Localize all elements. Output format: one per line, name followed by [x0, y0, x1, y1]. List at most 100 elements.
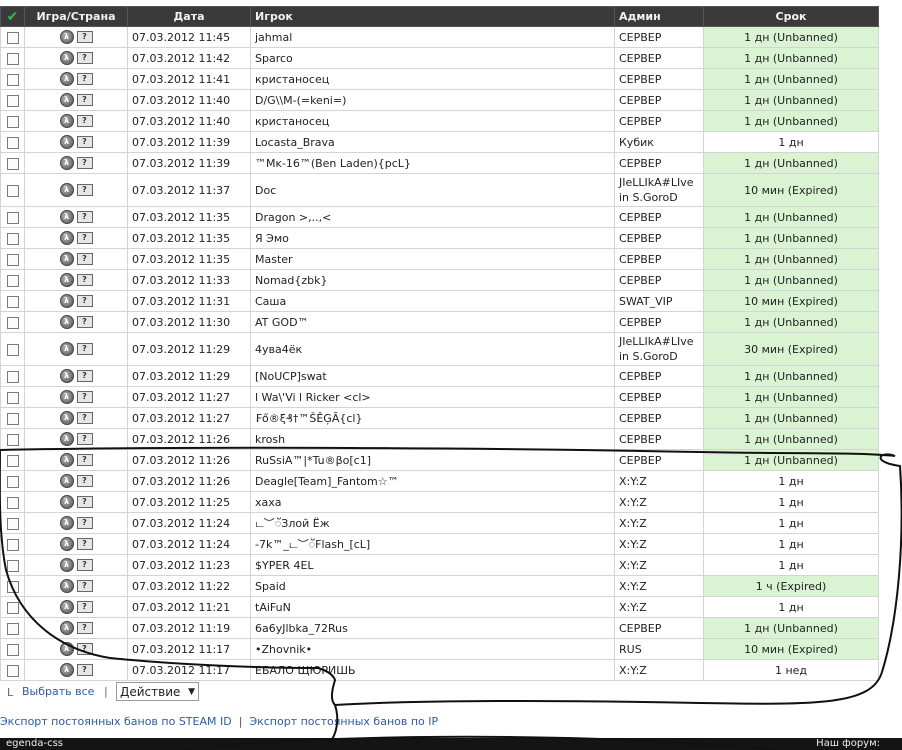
player-cell[interactable]: [NoUCP]swat: [250, 365, 615, 387]
player-cell[interactable]: $YPER 4EL: [250, 554, 615, 576]
table-row[interactable]: λ? 07.03.2012 11:29 4ува4ёк JIeLLIkA#LIve in…: [0, 332, 879, 366]
table-row[interactable]: λ? 07.03.2012 11:17 ЕБАЛО ЩЮРИШЬ X:Y:Z 1 нед: [0, 659, 879, 681]
row-checkbox[interactable]: [6, 496, 19, 509]
row-checkbox[interactable]: [6, 391, 19, 404]
row-checkbox[interactable]: [6, 253, 19, 266]
row-checkbox[interactable]: [6, 157, 19, 170]
player-cell[interactable]: Dragon >,..,<: [250, 206, 615, 228]
row-checkbox[interactable]: [6, 580, 19, 593]
player-cell[interactable]: jahmal: [250, 26, 615, 48]
table-row[interactable]: λ? 07.03.2012 11:24 -7k™_ட︶ॅFlash_[cL] X:Y:…: [0, 533, 879, 555]
player-cell[interactable]: tAiFuN: [250, 596, 615, 618]
duration-column-header[interactable]: Срок: [703, 6, 879, 27]
row-checkbox[interactable]: [6, 31, 19, 44]
table-row[interactable]: λ? 07.03.2012 11:37 Doc JIeLLIkA#LIve in S.G…: [0, 173, 879, 207]
row-checkbox[interactable]: [6, 115, 19, 128]
row-checkbox[interactable]: [6, 664, 19, 677]
player-cell[interactable]: ЕБАЛО ЩЮРИШЬ: [250, 659, 615, 681]
row-checkbox[interactable]: [6, 370, 19, 383]
row-checkbox[interactable]: [6, 517, 19, 530]
player-cell[interactable]: кристаносец: [250, 68, 615, 90]
table-row[interactable]: λ? 07.03.2012 11:24 ட︶ॅЗлой Ёж X:Y:Z 1 дн: [0, 512, 879, 534]
player-cell[interactable]: ™Mĸ-16™(Ben Laden){pcL}: [250, 152, 615, 174]
date-column-header[interactable]: Дата: [127, 6, 251, 27]
row-checkbox[interactable]: [6, 433, 19, 446]
game-country-column-header[interactable]: Игра/Страна: [24, 6, 128, 27]
player-cell[interactable]: 6a6yJlbka_72Rus: [250, 617, 615, 639]
row-checkbox[interactable]: [6, 475, 19, 488]
table-row[interactable]: λ? 07.03.2012 11:39 ™Mĸ-16™(Ben Laden){pcL…: [0, 152, 879, 174]
table-row[interactable]: λ? 07.03.2012 11:40 кристаносец СЕРВЕР 1 дн …: [0, 110, 879, 132]
table-row[interactable]: λ? 07.03.2012 11:31 Саша SWAT_VIP 10 мин (Ex…: [0, 290, 879, 312]
table-row[interactable]: λ? 07.03.2012 11:19 6a6yJlbka_72Rus СЕРВЕР 1…: [0, 617, 879, 639]
table-row[interactable]: λ? 07.03.2012 11:25 хаха X:Y:Z 1 дн: [0, 491, 879, 513]
table-row[interactable]: λ? 07.03.2012 11:27 l Wa\'Vi l Ricker <cl>…: [0, 386, 879, 408]
row-checkbox[interactable]: [6, 622, 19, 635]
export-steam-id-link[interactable]: Экспорт постоянных банов по STEAM ID: [0, 715, 232, 728]
table-row[interactable]: λ? 07.03.2012 11:27 ₣ő®ξ₰†™ŠĚĢÃ{cl} СЕРВЕР 1…: [0, 407, 879, 429]
table-row[interactable]: λ? 07.03.2012 11:40 D/G\\M-(=keni=) СЕРВЕР 1…: [0, 89, 879, 111]
row-checkbox[interactable]: [6, 343, 19, 356]
table-row[interactable]: λ? 07.03.2012 11:21 tAiFuN X:Y:Z 1 дн: [0, 596, 879, 618]
player-cell[interactable]: Я Эмо: [250, 227, 615, 249]
table-row[interactable]: λ? 07.03.2012 11:33 Nomad{zbk} СЕРВЕР 1 дн (…: [0, 269, 879, 291]
row-checkbox[interactable]: [6, 136, 19, 149]
table-row[interactable]: λ? 07.03.2012 11:17 •Zhovnik• RUS 10 мин (Ex…: [0, 638, 879, 660]
player-cell[interactable]: Doc: [250, 173, 615, 207]
row-checkbox[interactable]: [6, 232, 19, 245]
table-row[interactable]: λ? 07.03.2012 11:26 Deagle[Team]_Fantom☆™ X…: [0, 470, 879, 492]
row-checkbox[interactable]: [6, 184, 19, 197]
player-cell[interactable]: RuSsiA™|*Tu®βo[c1]: [250, 449, 615, 471]
row-checkbox[interactable]: [6, 211, 19, 224]
table-row[interactable]: λ? 07.03.2012 11:22 Spaid X:Y:Z 1 ч (Expired…: [0, 575, 879, 597]
admin-column-header[interactable]: Админ: [614, 6, 704, 27]
player-cell[interactable]: D/G\\M-(=keni=): [250, 89, 615, 111]
player-cell[interactable]: Deagle[Team]_Fantom☆™: [250, 470, 615, 492]
player-cell[interactable]: •Zhovnik•: [250, 638, 615, 660]
forum-link[interactable]: Наш форум:: [816, 738, 880, 749]
row-checkbox[interactable]: [6, 94, 19, 107]
row-checkbox[interactable]: [6, 73, 19, 86]
player-cell[interactable]: ட︶ॅЗлой Ёж: [250, 512, 615, 534]
player-cell[interactable]: кристаносец: [250, 110, 615, 132]
select-all-header-checkbox[interactable]: ✔: [0, 6, 25, 27]
table-row[interactable]: λ? 07.03.2012 11:42 Sparco СЕРВЕР 1 дн (Unba…: [0, 47, 879, 69]
table-row[interactable]: λ? 07.03.2012 11:41 кристаносец СЕРВЕР 1 дн …: [0, 68, 879, 90]
row-checkbox[interactable]: [6, 643, 19, 656]
player-cell[interactable]: Nomad{zbk}: [250, 269, 615, 291]
table-row[interactable]: λ? 07.03.2012 11:35 Я Эмо СЕРВЕР 1 дн (Unban…: [0, 227, 879, 249]
table-row[interactable]: λ? 07.03.2012 11:39 Locasta_Brava Кубик 1 дн: [0, 131, 879, 153]
row-checkbox[interactable]: [6, 538, 19, 551]
table-row[interactable]: λ? 07.03.2012 11:29 [NoUCP]swat СЕРВЕР 1 дн …: [0, 365, 879, 387]
table-row[interactable]: λ? 07.03.2012 11:26 RuSsiA™|*Tu®βo[c1] СЕРВ…: [0, 449, 879, 471]
player-cell[interactable]: l Wa\'Vi l Ricker <cl>: [250, 386, 615, 408]
player-cell[interactable]: -7k™_ட︶ॅFlash_[cL]: [250, 533, 615, 555]
row-checkbox[interactable]: [6, 454, 19, 467]
table-row[interactable]: λ? 07.03.2012 11:35 Master СЕРВЕР 1 дн (Unba…: [0, 248, 879, 270]
player-cell[interactable]: Spaid: [250, 575, 615, 597]
player-cell[interactable]: ₣ő®ξ₰†™ŠĚĢÃ{cl}: [250, 407, 615, 429]
table-row[interactable]: λ? 07.03.2012 11:35 Dragon >,..,< СЕРВЕР 1 д…: [0, 206, 879, 228]
table-row[interactable]: λ? 07.03.2012 11:23 $YPER 4EL X:Y:Z 1 дн: [0, 554, 879, 576]
export-ip-link[interactable]: Экспорт постоянных банов по IP: [249, 715, 438, 728]
row-checkbox[interactable]: [6, 601, 19, 614]
player-cell[interactable]: 4ува4ёк: [250, 332, 615, 366]
row-checkbox[interactable]: [6, 316, 19, 329]
row-checkbox[interactable]: [6, 52, 19, 65]
table-row[interactable]: λ? 07.03.2012 11:26 krosh СЕРВЕР 1 дн (Unban…: [0, 428, 879, 450]
table-row[interactable]: λ? 07.03.2012 11:45 jahmal СЕРВЕР 1 дн (Unba…: [0, 26, 879, 48]
player-cell[interactable]: Sparco: [250, 47, 615, 69]
player-cell[interactable]: krosh: [250, 428, 615, 450]
row-checkbox[interactable]: [6, 295, 19, 308]
row-checkbox[interactable]: [6, 412, 19, 425]
action-select[interactable]: Действие ▼: [116, 682, 199, 701]
player-cell[interactable]: Master: [250, 248, 615, 270]
player-column-header[interactable]: Игрок: [250, 6, 615, 27]
select-all-link[interactable]: Выбрать все: [22, 685, 94, 698]
player-cell[interactable]: AT GOD™: [250, 311, 615, 333]
player-cell[interactable]: Саша: [250, 290, 615, 312]
row-checkbox[interactable]: [6, 559, 19, 572]
player-cell[interactable]: Locasta_Brava: [250, 131, 615, 153]
table-row[interactable]: λ? 07.03.2012 11:30 AT GOD™ СЕРВЕР 1 дн (Unb…: [0, 311, 879, 333]
player-cell[interactable]: хаха: [250, 491, 615, 513]
